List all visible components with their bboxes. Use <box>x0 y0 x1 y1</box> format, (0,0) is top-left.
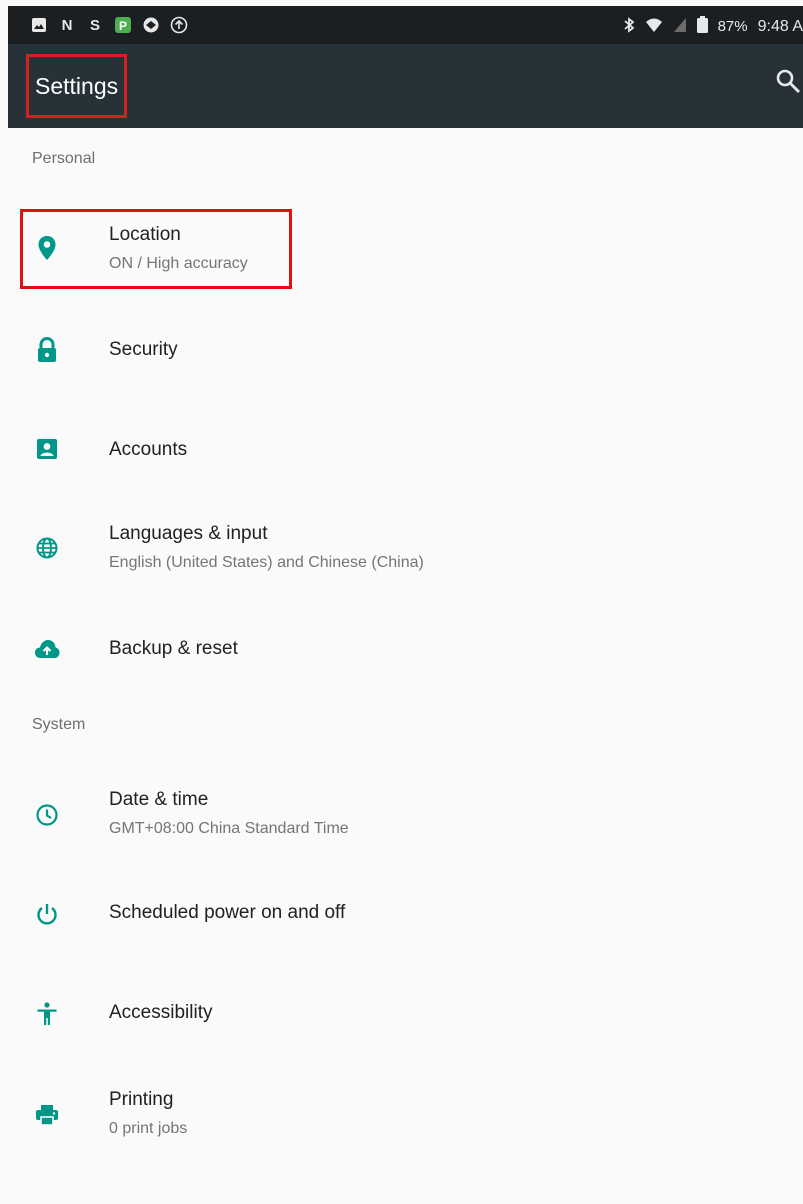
printer-icon <box>34 1102 60 1128</box>
location-pin-icon <box>34 235 60 261</box>
globe-icon <box>34 535 60 561</box>
p-icon: P <box>114 16 132 34</box>
setting-subtitle: ON / High accuracy <box>109 255 248 272</box>
setting-title: Languages & input <box>109 523 268 544</box>
settings-item-languages[interactable]: Languages & input English (United States… <box>8 505 803 595</box>
accessibility-icon <box>34 1001 60 1027</box>
settings-item-backup[interactable]: Backup & reset <box>8 605 803 695</box>
section-header-system: System <box>32 716 86 733</box>
setting-title: Security <box>109 339 178 360</box>
upload-icon <box>170 16 188 34</box>
wifi-icon <box>645 17 663 37</box>
settings-item-location[interactable]: Location ON / High accuracy <box>8 205 803 295</box>
settings-item-scheduled-power[interactable]: Scheduled power on and off <box>8 871 803 961</box>
system-status: 87% 9:48 A <box>623 16 803 37</box>
settings-item-accounts[interactable]: Accounts <box>8 405 803 495</box>
setting-title: Date & time <box>109 789 209 810</box>
setting-title: Accounts <box>109 439 188 460</box>
power-icon <box>34 901 60 927</box>
settings-item-printing[interactable]: Printing 0 print jobs <box>8 1071 803 1161</box>
setting-title: Location <box>109 224 181 245</box>
n-icon: N <box>61 16 73 34</box>
setting-subtitle: 0 print jobs <box>109 1120 188 1137</box>
search-icon[interactable] <box>775 68 801 94</box>
setting-subtitle: GMT+08:00 China Standard Time <box>109 820 349 837</box>
settings-item-date-time[interactable]: Date & time GMT+08:00 China Standard Tim… <box>8 771 803 861</box>
battery-icon <box>696 16 708 37</box>
notification-icons: N S P <box>30 16 188 34</box>
setting-subtitle: English (United States) and Chinese (Chi… <box>109 554 424 571</box>
setting-title: Printing <box>109 1089 174 1110</box>
clock-time: 9:48 A <box>757 17 803 35</box>
cloud-upload-icon <box>34 636 60 662</box>
no-signal-icon <box>673 17 687 37</box>
gallery-icon <box>30 16 48 34</box>
section-header-personal: Personal <box>32 150 96 167</box>
settings-item-security[interactable]: Security <box>8 305 803 395</box>
page-title: Settings <box>26 54 128 118</box>
clock-icon <box>34 802 60 828</box>
bluetooth-icon <box>623 16 635 37</box>
s-icon: S <box>89 16 100 34</box>
setting-title: Scheduled power on and off <box>109 902 346 923</box>
status-bar: N S P 87% 9:48 A <box>8 6 803 44</box>
svg-text:P: P <box>119 19 127 33</box>
app-bar: Settings <box>8 44 803 128</box>
vpn-icon <box>142 16 160 34</box>
setting-title: Backup & reset <box>109 638 238 659</box>
battery-percent: 87% <box>717 18 748 35</box>
settings-item-accessibility[interactable]: Accessibility <box>8 971 803 1061</box>
setting-title: Accessibility <box>109 1002 213 1023</box>
account-icon <box>34 436 60 462</box>
lock-icon <box>34 337 60 363</box>
